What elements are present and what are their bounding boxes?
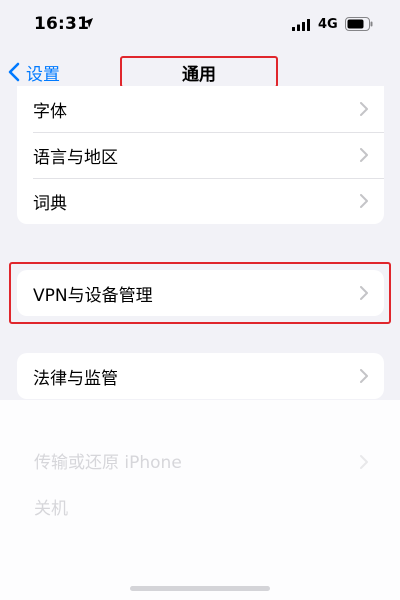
status-bar: 16:31 4G [0,0,400,50]
row-label: 字体 [33,101,67,122]
home-indicator [130,586,270,591]
chevron-right-icon [360,102,368,116]
row-shut-down[interactable]: 关机 [34,494,68,519]
back-button[interactable]: 设置 [8,58,60,86]
row-transfer-reset[interactable]: 传输或还原 iPhone [34,448,182,473]
chevron-left-icon [8,62,20,82]
row-label: 词典 [33,193,67,214]
status-time: 16:31 [34,14,90,34]
location-arrow-icon [83,18,93,28]
row-vpn-device-management[interactable]: VPN与设备管理 [17,270,384,316]
screen: 16:31 4G 设置 通用 字体 语言与地区 词典 VPN与设备管理 法律与监… [0,0,400,600]
settings-group-1: 字体 语言与地区 词典 [17,86,384,224]
row-label: 语言与地区 [33,147,118,168]
battery-icon [345,17,373,31]
chevron-right-icon [360,194,368,208]
row-dictionary[interactable]: 词典 [17,178,384,224]
nav-title-highlight: 通用 [120,56,278,88]
network-label: 4G [318,17,338,32]
signal-bars-icon [292,19,310,31]
chevron-right-icon [360,455,368,469]
row-font[interactable]: 字体 [17,86,384,132]
row-label: 法律与监管 [33,368,118,389]
chevron-right-icon [360,148,368,162]
settings-group-3: 法律与监管 [17,353,384,399]
settings-group-2: VPN与设备管理 [17,270,384,316]
chevron-right-icon [360,369,368,383]
chevron-right-icon [360,286,368,300]
back-label: 设置 [26,64,60,85]
page-title: 通用 [182,64,216,85]
row-language-region[interactable]: 语言与地区 [17,132,384,178]
row-label: VPN与设备管理 [33,285,153,306]
row-legal-regulatory[interactable]: 法律与监管 [17,353,384,399]
